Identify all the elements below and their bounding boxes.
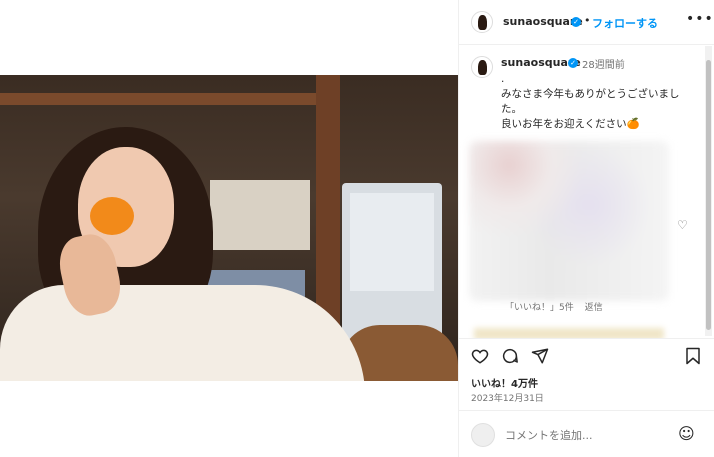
comment-bubble-icon[interactable] [501, 347, 519, 370]
photo-cabinet [210, 180, 310, 250]
post-date[interactable]: 2023年12月31日 [471, 391, 544, 404]
verified-badge-icon: ✓ [571, 17, 581, 27]
caption-text: . みなさま今年もありがとうございました。 良いお年をお迎えください🍊 [501, 73, 680, 130]
follow-button[interactable]: フォローする [592, 15, 658, 31]
instagram-post: sunaosquare ✓ • フォローする ••• sunaosquare ✓… [0, 0, 714, 457]
photo-shelf [0, 93, 330, 105]
post-photo[interactable] [0, 75, 458, 381]
photo-orange [90, 197, 134, 235]
photo-fridge-door [350, 193, 434, 291]
comments-scroll-thumb[interactable] [706, 60, 711, 330]
comment-like-heart-icon[interactable]: ♡ [677, 218, 688, 232]
reply-button[interactable]: 返信 [585, 303, 603, 313]
comments-section: sunaosquare ✓ 28週間前 . みなさま今年もありがとうございました… [459, 46, 714, 338]
post-actions: いいね！4万件 2023年12月31日 [459, 338, 714, 408]
more-options-icon[interactable]: ••• [686, 11, 714, 27]
comment-meta: 「いいね！」5件 返信 [505, 300, 603, 313]
current-user-avatar [471, 423, 495, 447]
author-avatar[interactable] [471, 11, 493, 33]
post-side-panel: sunaosquare ✓ • フォローする ••• sunaosquare ✓… [458, 0, 714, 457]
save-bookmark-icon[interactable] [685, 347, 701, 370]
share-send-icon[interactable] [531, 347, 549, 370]
blurred-comment-2 [474, 328, 664, 338]
likes-count[interactable]: いいね！4万件 [471, 375, 538, 390]
comment-input[interactable]: コメントを追加... [505, 427, 593, 443]
caption-avatar[interactable] [471, 56, 493, 78]
comment-likes-count[interactable]: 「いいね！」5件 [505, 303, 574, 313]
like-heart-icon[interactable] [471, 347, 489, 370]
blurred-comment [469, 141, 669, 301]
emoji-icon[interactable]: ☺ [678, 424, 695, 443]
header-separator: • [584, 14, 591, 27]
photo-sweater [0, 285, 365, 381]
verified-badge-icon: ✓ [568, 58, 578, 68]
caption-time[interactable]: 28週間前 [582, 56, 625, 71]
post-media [0, 0, 458, 457]
add-comment-bar: コメントを追加... ☺ [459, 410, 714, 457]
post-header: sunaosquare ✓ • フォローする ••• [459, 0, 714, 45]
